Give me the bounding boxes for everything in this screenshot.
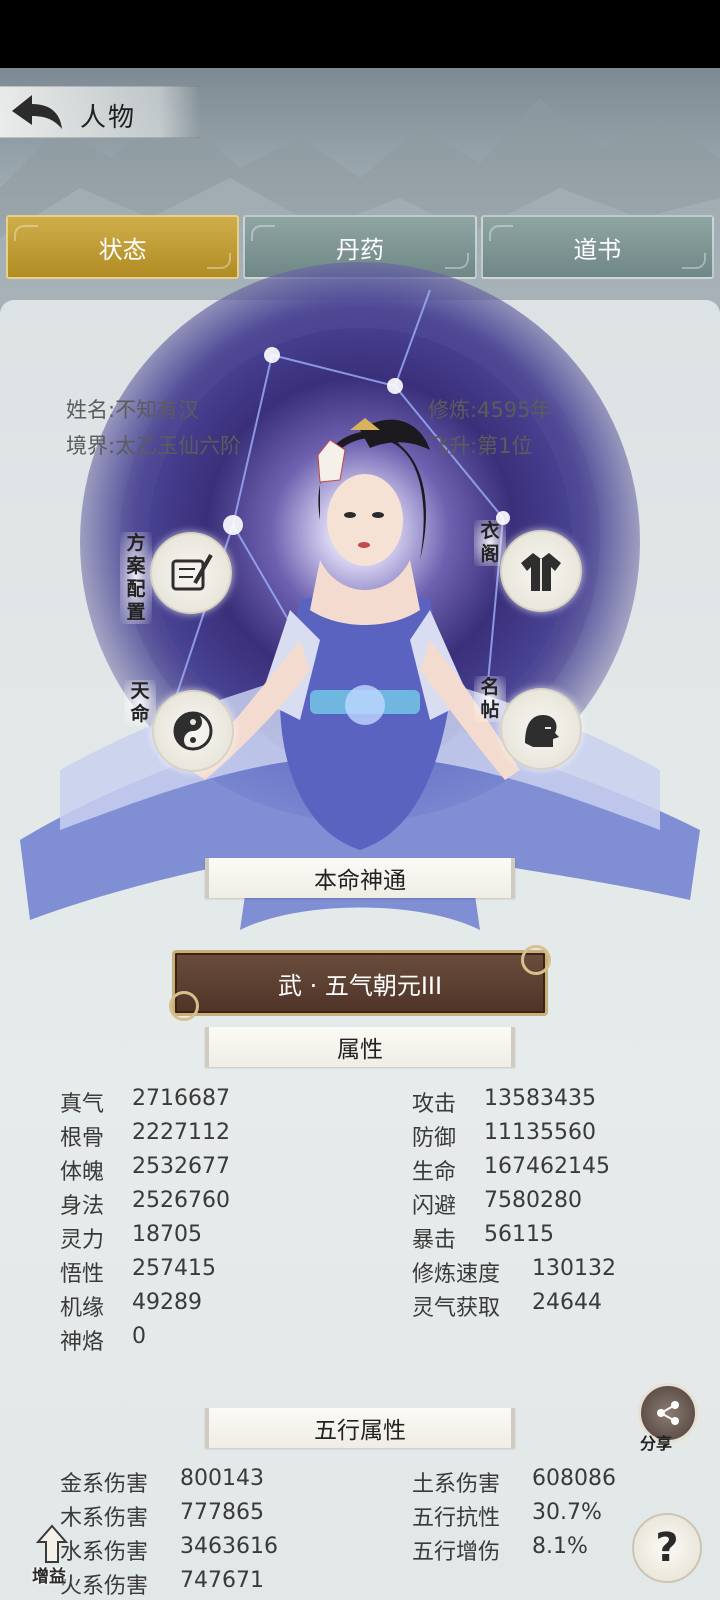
stat-row: 体魄 2532677 [60,1154,230,1186]
stat-name: 金系伤害 [60,1472,149,1497]
innate-skill-button[interactable]: 武 · 五气朝元III [169,945,551,1021]
tab-pills-label: 丹药 [335,235,384,264]
tab-status-label: 状态 [98,235,147,264]
up-arrow-icon [35,1524,69,1563]
stat-row: 神烙 0 [60,1324,146,1356]
stat-row: 根骨 2227112 [60,1120,230,1152]
yin-yang-icon [173,711,213,751]
stat-name: 修炼速度 [412,1262,501,1287]
stat-value: 3463616 [180,1534,278,1559]
loadout-label: 方案配置 [120,532,152,624]
scroll-brush-icon [171,554,213,591]
stat-name: 灵气获取 [412,1296,501,1321]
stat-value: 608086 [532,1466,616,1491]
destiny-button[interactable] [152,690,234,772]
stat-value: 2716687 [132,1086,230,1111]
share-icon [657,1401,679,1425]
stat-row: 悟性 257415 [60,1256,216,1288]
robe-icon [521,553,561,591]
stat-value: 13583435 [484,1086,596,1111]
tab-books[interactable]: 道书 [480,215,714,279]
stat-row: 五行增伤 8.1% [412,1534,588,1566]
stat-value: 2532677 [132,1154,230,1179]
stat-name: 机缘 [60,1296,105,1321]
stat-row: 攻击 13583435 [412,1086,596,1118]
attributes-right: 攻击 13583435 防御 11135560 生命 167462145 闪避 7580… [412,1086,712,1336]
stat-value: 7580280 [484,1188,582,1213]
stat-name: 攻击 [412,1092,457,1117]
stat-value: 2526760 [132,1188,230,1213]
stat-value: 11135560 [484,1120,596,1145]
stat-row: 灵力 18705 [60,1222,202,1254]
stat-row: 修炼速度 130132 [412,1256,616,1288]
stat-name: 神烙 [60,1330,105,1355]
top-bar: 人物 [0,86,200,138]
stat-name: 土系伤害 [412,1472,501,1497]
stat-value: 167462145 [484,1154,610,1179]
stat-value: 257415 [132,1256,216,1281]
ornament-left [169,991,199,1021]
stat-row: 身法 2526760 [60,1188,230,1220]
five-elements-title: 五行属性 [205,1408,515,1448]
stat-name: 体魄 [60,1160,105,1185]
stat-value: 30.7% [532,1500,602,1525]
back-arrow-icon [12,95,62,129]
stat-name: 身法 [60,1194,105,1219]
wardrobe-button[interactable] [500,530,582,612]
stat-row: 土系伤害 608086 [412,1466,616,1498]
stat-value: 0 [132,1324,146,1349]
five-elements-left: 金系伤害 800143 木系伤害 777865 水系伤害 3463616 火系伤害 74… [60,1466,360,1600]
loadout-button[interactable] [150,532,232,614]
stat-name: 闪避 [412,1194,457,1219]
stat-row: 防御 11135560 [412,1120,596,1152]
profile-silhouette-icon [525,715,559,747]
stat-value: 130132 [532,1256,616,1281]
stat-row: 金系伤害 800143 [60,1466,264,1498]
stat-value: 747671 [180,1568,264,1593]
help-button[interactable]: ? [632,1513,702,1583]
stat-row: 灵气获取 24644 [412,1290,602,1322]
attributes-left: 真气 2716687 根骨 2227112 体魄 2532677 身法 2526760 … [60,1086,360,1366]
stat-name: 灵力 [60,1228,105,1253]
share-label: 分享 [640,1434,673,1453]
tab-status[interactable]: 状态 [6,215,240,279]
stat-name: 暴击 [412,1228,457,1253]
stat-row: 真气 2716687 [60,1086,230,1118]
stat-name: 生命 [412,1160,457,1185]
stat-value: 777865 [180,1500,264,1525]
question-icon: ? [655,1525,679,1571]
stat-value: 49289 [132,1290,202,1315]
stat-name: 防御 [412,1126,457,1151]
stat-value: 8.1% [532,1534,588,1559]
innate-ability-title: 本命神通 [205,858,515,898]
innate-skill-label: 武 · 五气朝元III [277,971,443,1000]
stat-name: 五行增伤 [412,1540,501,1565]
stat-value: 56115 [484,1222,554,1247]
ornament-right [521,945,551,975]
stat-name: 五行抗性 [412,1506,501,1531]
stat-value: 2227112 [132,1120,230,1145]
buff-label: 增益 [32,1567,66,1587]
attributes-title: 属性 [205,1027,515,1067]
page-title: 人物 [80,103,137,133]
stat-value: 24644 [532,1290,602,1315]
destiny-label: 天命 [124,680,156,726]
stat-value: 18705 [132,1222,202,1247]
back-button[interactable] [8,91,66,135]
stat-name: 根骨 [60,1126,105,1151]
stat-name: 真气 [60,1092,105,1117]
namecard-button[interactable] [500,688,582,770]
stat-row: 生命 167462145 [412,1154,610,1186]
stat-row: 机缘 49289 [60,1290,202,1322]
tab-books-label: 道书 [573,235,622,264]
stat-row: 五行抗性 30.7% [412,1500,602,1532]
stat-value: 800143 [180,1466,264,1491]
stat-name: 悟性 [60,1262,105,1287]
stat-row: 暴击 56115 [412,1222,554,1254]
stat-row: 闪避 7580280 [412,1188,582,1220]
